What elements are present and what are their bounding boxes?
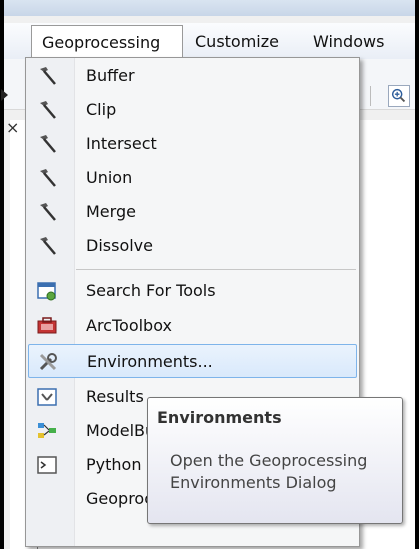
menu-item-label: Environments... (87, 352, 213, 371)
menu-item-clip[interactable]: Clip (28, 93, 357, 127)
zoom-in-button[interactable] (388, 85, 410, 107)
menu-customize-label: Customize (195, 32, 279, 51)
menu-item-label: Dissolve (86, 236, 153, 255)
menu-separator (76, 269, 356, 270)
menu-item-intersect[interactable]: Intersect (28, 127, 357, 161)
menu-item-label: ArcToolbox (86, 316, 172, 335)
menu-customize[interactable]: Customize (185, 25, 289, 58)
menu-item-label: Merge (86, 202, 136, 221)
results-icon (37, 388, 57, 406)
menu-item-label: Intersect (86, 134, 157, 153)
search-window-icon (37, 282, 56, 301)
menu-item-label: Clip (86, 100, 117, 119)
model-icon (38, 423, 56, 438)
menu-item-merge[interactable]: Merge (28, 195, 357, 229)
toolbox-icon (37, 317, 57, 334)
zoom-in-icon (391, 88, 406, 103)
menu-item-union[interactable]: Union (28, 161, 357, 195)
menu-item-dissolve[interactable]: Dissolve (28, 229, 357, 263)
hammer-icon (40, 203, 56, 221)
toolbar-overflow-icon[interactable] (0, 85, 10, 105)
menu-geoprocessing-label: Geoprocessing (42, 33, 161, 52)
hammer-icon (40, 169, 56, 187)
menu-item-label: Buffer (86, 66, 135, 85)
environments-tooltip: Environments Open the Geoprocessing Envi… (147, 397, 403, 524)
toolbar-separator (370, 86, 371, 106)
menu-windows[interactable]: Windows (303, 25, 394, 58)
tooltip-body: Open the Geoprocessing Environments Dial… (170, 451, 368, 492)
close-icon[interactable]: × (6, 118, 19, 137)
hammer-icon (40, 101, 56, 119)
menu-windows-label: Windows (313, 32, 385, 51)
menu-item-buffer[interactable]: Buffer (28, 59, 357, 93)
hammer-icon (40, 135, 56, 153)
menu-geoprocessing[interactable]: Geoprocessing (31, 25, 183, 58)
menu-item-arctoolbox[interactable]: ArcToolbox (28, 309, 357, 343)
hammer-icon (40, 237, 56, 255)
menu-item-search-for-tools[interactable]: Search For Tools (28, 274, 357, 308)
menu-item-label: Python (86, 455, 142, 474)
python-window-icon (37, 456, 57, 474)
tooltip-title: Environments (157, 408, 282, 427)
hammer-icon (40, 67, 56, 85)
title-strip (4, 0, 415, 16)
menu-item-label: Union (86, 168, 133, 187)
menu-item-label: Search For Tools (86, 281, 216, 300)
menu-item-environments[interactable]: Environments... (28, 344, 357, 378)
menu-item-label: Results (86, 387, 144, 406)
tools-icon (39, 353, 57, 371)
